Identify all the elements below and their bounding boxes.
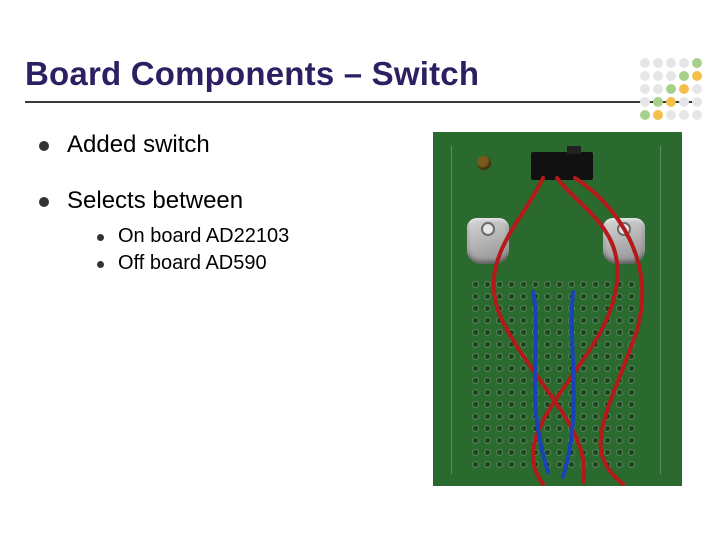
decor-dot	[653, 84, 663, 94]
decor-dot	[666, 71, 676, 81]
decor-dot	[653, 71, 663, 81]
decor-dot	[640, 84, 650, 94]
sub-bullet-text: On board AD22103	[118, 225, 289, 248]
bullet-text: Added switch	[67, 131, 210, 159]
bullet-text: Selects between	[67, 187, 243, 214]
decor-dot	[640, 110, 650, 120]
decor-dot	[653, 58, 663, 68]
slide: Board Components – Switch Added switch S…	[0, 0, 720, 540]
decor-dot	[679, 58, 689, 68]
decor-dot	[666, 97, 676, 107]
decor-dot	[679, 97, 689, 107]
sub-bullet-icon	[97, 234, 104, 241]
decor-dot	[653, 110, 663, 120]
decor-dot	[666, 110, 676, 120]
decor-dot	[666, 84, 676, 94]
decor-dot	[692, 97, 702, 107]
decor-dot	[653, 97, 663, 107]
sub-bullet-icon	[97, 261, 104, 268]
decor-dot	[640, 97, 650, 107]
bullet-body: Selects between On board AD22103 Off boa…	[67, 187, 289, 279]
title-underline	[25, 101, 695, 103]
decor-dot	[692, 110, 702, 120]
sub-bullet-list: On board AD22103 Off board AD590	[97, 225, 289, 275]
decor-dot	[640, 58, 650, 68]
decor-dot	[692, 84, 702, 94]
decor-dot	[679, 71, 689, 81]
bullet-icon	[39, 197, 49, 207]
decor-dot	[679, 84, 689, 94]
decor-dot	[692, 58, 702, 68]
decor-dot	[692, 71, 702, 81]
decor-dot	[666, 58, 676, 68]
decor-dot	[640, 71, 650, 81]
sub-bullet-item-1: On board AD22103	[97, 225, 289, 248]
sub-bullet-item-2: Off board AD590	[97, 252, 289, 275]
slide-title: Board Components – Switch	[25, 55, 695, 93]
sub-bullet-text: Off board AD590	[118, 252, 267, 275]
board-photo	[433, 132, 682, 486]
bullet-icon	[39, 141, 49, 151]
wires	[433, 132, 682, 486]
corner-dot-grid	[640, 58, 702, 120]
decor-dot	[679, 110, 689, 120]
